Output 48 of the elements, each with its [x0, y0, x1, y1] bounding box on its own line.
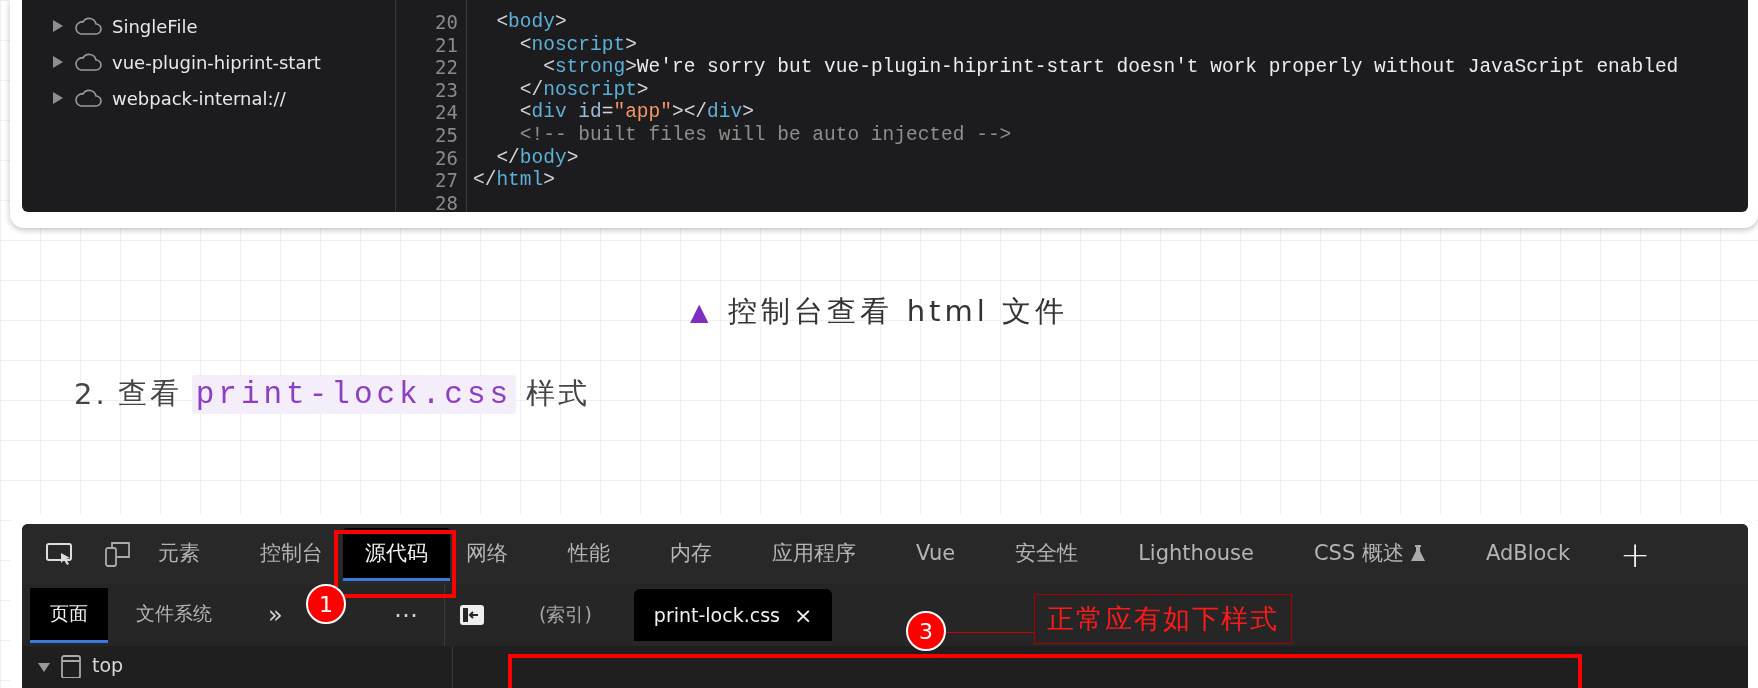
code-line: <body>	[495, 11, 567, 33]
inline-code: print-lock.css	[191, 374, 517, 414]
navigator-tab[interactable]: 页面	[30, 587, 108, 643]
file-tree-item[interactable]: webpack-internal://	[112, 87, 286, 109]
line-number: 21	[434, 33, 458, 57]
navigator-tab[interactable]: 文件系统	[116, 587, 232, 643]
devtools-tab[interactable]: 性能	[568, 527, 610, 581]
code-line: <strong>We're sorry but vue-plugin-hiprint-start doesn't work properly without JavaScript enabled	[542, 56, 1679, 79]
code-line: </noscript>	[518, 78, 649, 101]
devtools-tab[interactable]: AdBlock	[1485, 527, 1571, 581]
annotation-label: 正常应有如下样式	[1034, 594, 1292, 644]
code-line: <div id="app"></div>	[518, 101, 754, 124]
devtools-tab[interactable]: 网络	[466, 527, 508, 581]
tree-item[interactable]: top	[92, 654, 124, 676]
devtools-tab[interactable]: CSS 概述	[1313, 527, 1426, 581]
code-line: <!-- built files will be auto injected -->	[518, 123, 1012, 146]
devtools-tab[interactable]: 安全性	[1015, 527, 1079, 581]
devtools-tab[interactable]: 控制台	[260, 527, 323, 581]
file-tree-item[interactable]: SingleFile	[112, 15, 198, 37]
line-number: 27	[434, 169, 458, 192]
add-tab-button[interactable]: +	[1620, 533, 1651, 575]
close-tab-button[interactable]: ×	[793, 602, 813, 628]
step-text: 查看	[117, 375, 182, 412]
editor-tab[interactable]: (索引)	[519, 589, 612, 641]
line-number: 24	[434, 101, 458, 124]
more-tabs-button[interactable]: »	[268, 601, 283, 629]
line-number: 26	[434, 146, 458, 170]
code-line: </html>	[473, 169, 555, 192]
devtools-tab[interactable]: Vue	[916, 527, 956, 581]
code-line: <noscript>	[518, 33, 637, 56]
figure-caption: 控制台查看 html 文件	[728, 293, 1068, 330]
devtools-tab[interactable]: 应用程序	[772, 527, 856, 581]
line-number: 20	[434, 11, 458, 34]
devtools-tab[interactable]: 源代码	[343, 527, 450, 581]
step-number: 2.	[74, 377, 108, 411]
code-line: </body>	[495, 146, 579, 169]
line-number: 22	[434, 56, 458, 79]
line-number: 28	[434, 191, 458, 212]
line-number: 23	[434, 78, 458, 102]
devtools-tab[interactable]: 内存	[670, 527, 712, 581]
editor-tab[interactable]: print-lock.css ×	[633, 589, 833, 641]
line-number: 25	[434, 123, 458, 147]
caption-marker: ▲	[690, 298, 713, 326]
step-text: 样式	[526, 375, 591, 412]
more-options-button[interactable]: ⋯	[394, 601, 420, 629]
file-tree-item[interactable]: vue-plugin-hiprint-start	[112, 51, 321, 73]
devtools-tab[interactable]: 元素	[158, 527, 200, 581]
devtools-tab[interactable]: Lighthouse	[1138, 527, 1254, 581]
